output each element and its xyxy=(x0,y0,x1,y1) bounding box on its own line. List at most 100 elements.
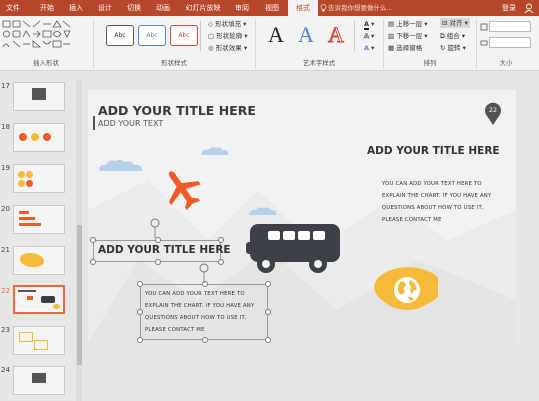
shape-style-red[interactable]: Abc xyxy=(170,25,198,46)
slide-thumbnail-19[interactable] xyxy=(13,164,65,193)
text-fill-button[interactable]: A ▾ xyxy=(364,19,374,30)
group-label-shape-styles: 形状样式 xyxy=(161,59,187,67)
airplane-icon[interactable] xyxy=(160,166,204,212)
shape-effects-button[interactable]: ◎ 形状效果 ▾ xyxy=(208,43,247,53)
right-body-text[interactable]: YOU CAN ADD YOUR TEXT HERE TO EXPLAIN TH… xyxy=(382,178,512,226)
resize-handle[interactable] xyxy=(155,259,161,265)
send-backward-button[interactable]: ▥ 下移一层 ▾ xyxy=(388,31,428,41)
shape-effects-label: 形状效果 xyxy=(215,44,242,52)
slide-thumbnail-22-selected[interactable] xyxy=(13,285,65,314)
rotate-label: 旋转 xyxy=(447,44,461,52)
tell-me-search[interactable]: 告诉我你想要做什么... xyxy=(328,2,393,14)
thumb-dot xyxy=(19,133,27,141)
tab-file[interactable]: 文件 xyxy=(0,0,26,16)
thumb-bar xyxy=(19,217,35,220)
thumb-box xyxy=(19,332,33,342)
slide-thumbnail-17[interactable] xyxy=(13,82,65,111)
thumb-box xyxy=(34,340,48,350)
resize-handle[interactable] xyxy=(265,309,271,315)
wordart-style-black[interactable]: A xyxy=(268,22,284,48)
slide-title[interactable]: ADD YOUR TITLE HERE xyxy=(98,103,256,118)
thumb-number-selected: 22 xyxy=(1,287,10,295)
tab-animations[interactable]: 动画 xyxy=(149,0,177,16)
tab-slideshow[interactable]: 幻灯片放映 xyxy=(180,0,226,16)
rotate-button[interactable]: ↻ 旋转 ▾ xyxy=(440,43,466,53)
slide-canvas[interactable]: ADD YOUR TITLE HERE ADD YOUR TEXT 22 ADD… xyxy=(88,90,516,343)
group-label-insert-shapes: 插入形状 xyxy=(33,59,59,67)
wordart-style-outline[interactable]: A xyxy=(328,22,345,48)
slide-thumbnail-21[interactable] xyxy=(13,246,65,275)
cloud-icon xyxy=(249,207,277,215)
slide-subtitle[interactable]: ADD YOUR TEXT xyxy=(98,119,163,128)
thumb-plane xyxy=(27,296,33,300)
group-label-wordart: 艺术字样式 xyxy=(302,59,336,67)
resize-handle[interactable] xyxy=(90,259,96,265)
thumbnail-scrollbar-thumb[interactable] xyxy=(77,225,82,365)
resize-handle[interactable] xyxy=(265,281,271,287)
thumb-number: 23 xyxy=(1,326,10,334)
resize-handle[interactable] xyxy=(265,337,271,343)
box-body-text[interactable]: YOU CAN ADD YOUR TEXT HERE TO EXPLAIN TH… xyxy=(145,288,269,336)
tab-review[interactable]: 审阅 xyxy=(228,0,256,16)
height-field[interactable] xyxy=(489,21,531,32)
text-outline-button[interactable]: A ▾ xyxy=(364,31,375,41)
slide-number-badge: 22 xyxy=(488,106,498,114)
mid-title[interactable]: ADD YOUR TITLE HERE xyxy=(98,244,231,256)
speech-bubble-globe-icon[interactable] xyxy=(362,266,438,314)
resize-handle[interactable] xyxy=(218,237,224,243)
right-body-line: PLEASE CONTACT ME xyxy=(382,217,442,223)
thumb-dot xyxy=(18,180,25,187)
thumb-title-line xyxy=(18,290,36,292)
ribbon: 插入形状 Abc Abc Abc ◇ 形状填充 ▾ ▢ 形状轮廓 ▾ ◎ 形状效… xyxy=(0,16,539,71)
align-button[interactable]: ⊟ 对齐 ▾ xyxy=(440,18,470,28)
rotate-handle-icon[interactable] xyxy=(198,262,210,284)
resize-handle[interactable] xyxy=(137,309,143,315)
user-icon[interactable] xyxy=(524,3,534,13)
slide-thumbnail-20[interactable] xyxy=(13,205,65,234)
tab-format[interactable]: 格式 xyxy=(288,0,318,16)
shape-fill-button[interactable]: ◇ 形状填充 ▾ xyxy=(208,19,246,29)
tab-view[interactable]: 视图 xyxy=(258,0,286,16)
tab-design[interactable]: 设计 xyxy=(91,0,119,16)
text-effects-button[interactable]: A ▾ xyxy=(364,43,374,53)
selection-pane-button[interactable]: ▦ 选择窗格 xyxy=(388,43,422,53)
resize-handle[interactable] xyxy=(137,337,143,343)
group-button[interactable]: ⧉ 组合 ▾ xyxy=(440,31,465,41)
shape-style-blue[interactable]: Abc xyxy=(138,25,166,46)
thumb-number: 21 xyxy=(1,246,10,254)
slide-thumbnail-24[interactable] xyxy=(13,366,65,395)
thumb-bubble xyxy=(53,304,60,309)
wordart-style-blue[interactable]: A xyxy=(298,22,314,48)
cloud-icon xyxy=(201,147,229,155)
resize-handle[interactable] xyxy=(202,337,208,343)
resize-handle[interactable] xyxy=(137,281,143,287)
thumb-number: 24 xyxy=(1,366,10,374)
slide-thumbnail-18[interactable] xyxy=(13,123,65,152)
resize-handle[interactable] xyxy=(90,237,96,243)
style-gallery-more[interactable] xyxy=(200,21,207,51)
shape-outline-button[interactable]: ▢ 形状轮廓 ▾ xyxy=(208,31,248,41)
lightbulb-icon xyxy=(320,4,327,12)
tab-insert[interactable]: 插入 xyxy=(62,0,90,16)
bring-forward-button[interactable]: ▤ 上移一层 ▾ xyxy=(388,19,428,29)
resize-handle[interactable] xyxy=(218,259,224,265)
cloud-icon xyxy=(99,159,142,171)
title-accent-bar xyxy=(93,116,95,130)
login-link[interactable]: 登录 xyxy=(502,0,516,16)
thumb-number: 19 xyxy=(1,164,10,172)
thumb-dot xyxy=(18,171,25,178)
tab-transitions[interactable]: 切换 xyxy=(120,0,148,16)
slide-thumbnail-23[interactable] xyxy=(13,326,65,355)
rotate-handle-icon[interactable] xyxy=(149,217,161,239)
tab-home[interactable]: 开始 xyxy=(33,0,61,16)
width-field[interactable] xyxy=(489,37,531,48)
align-label: 对齐 xyxy=(449,19,463,27)
shape-style-dark[interactable]: Abc xyxy=(106,25,134,46)
right-body-line: YOU CAN ADD YOUR TEXT HERE TO xyxy=(382,181,482,187)
shapes-gallery[interactable] xyxy=(2,19,74,55)
right-body-line: QUESTIONS ABOUT HOW TO USE IT, xyxy=(382,205,484,211)
bring-forward-label: 上移一层 xyxy=(396,20,423,28)
bus-icon[interactable] xyxy=(246,222,342,280)
right-title[interactable]: ADD YOUR TITLE HERE xyxy=(367,145,500,157)
wordart-gallery-more[interactable] xyxy=(354,21,361,51)
